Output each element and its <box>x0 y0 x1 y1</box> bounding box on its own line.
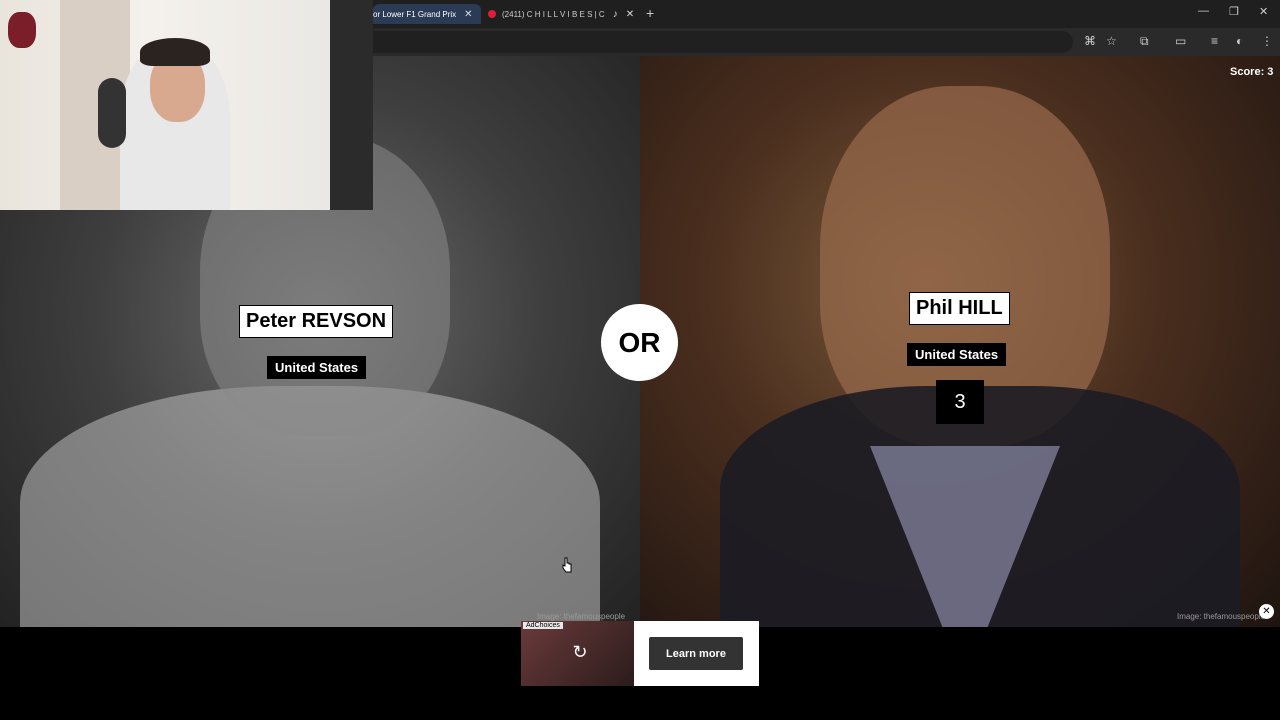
webcam-hat <box>8 12 36 48</box>
left-driver-country: United States <box>267 356 367 379</box>
close-tab-icon[interactable]: ✕ <box>464 9 472 20</box>
cast-icon[interactable]: ▭ <box>1175 34 1186 48</box>
restore-icon[interactable]: ❐ <box>1229 5 1239 18</box>
ad-close-icon[interactable]: ✕ <box>1259 604 1274 619</box>
menu-kebab-icon[interactable]: ⋮ <box>1261 34 1273 48</box>
tab-title: (2411) C H I L L V I B E S | C <box>502 9 605 19</box>
right-driver-value: 3 <box>936 380 984 424</box>
score-counter: Score: 3 <box>1230 66 1274 78</box>
tab-title: or Lower F1 Grand Prix <box>373 9 457 19</box>
ad-thumbnail[interactable]: AdChoices ↻ <box>521 621 634 686</box>
mute-icon[interactable]: ♪ <box>613 9 618 20</box>
right-driver-name: Phil HILL <box>910 293 1009 324</box>
ad-choices-label[interactable]: AdChoices <box>523 622 563 629</box>
webcam-background <box>330 0 373 210</box>
bookmark-star-icon[interactable]: ☆ <box>1106 34 1117 48</box>
or-badge: OR <box>601 304 678 381</box>
ad-banner[interactable]: AdChoices ↻ Learn more <box>521 621 759 686</box>
window-close-icon[interactable]: ✕ <box>1259 5 1268 18</box>
webcam-headphones <box>140 38 210 66</box>
minimize-icon[interactable]: — <box>1198 5 1209 17</box>
left-driver-name: Peter REVSON <box>240 306 393 337</box>
media-controls-icon[interactable]: ≡ <box>1211 34 1218 48</box>
browser-tab-youtube[interactable]: (2411) C H I L L V I B E S | C ♪ ✕ <box>488 4 638 24</box>
learn-more-button[interactable]: Learn more <box>649 637 743 670</box>
right-driver-panel[interactable]: Phil HILL United States 3 Image: thefamo… <box>640 56 1280 627</box>
streamer-webcam <box>0 0 373 210</box>
webcam-microphone <box>98 78 126 148</box>
new-tab-button[interactable]: + <box>646 5 654 21</box>
hand-cursor-icon <box>562 557 572 573</box>
close-tab-icon[interactable]: ✕ <box>626 9 634 20</box>
browser-tab-active[interactable]: or Lower F1 Grand Prix ✕ <box>373 4 481 24</box>
address-bar[interactable] <box>373 31 1073 53</box>
extensions-icon[interactable]: ⧉ <box>1140 34 1149 49</box>
translate-icon[interactable]: ⌘ <box>1084 34 1096 48</box>
right-driver-country: United States <box>907 343 1007 366</box>
profile-icon[interactable]: ◐ <box>1236 34 1243 48</box>
right-image-credit: Image: thefamouspeople <box>1177 612 1266 621</box>
left-image-credit: Image: thefamouspeople <box>537 612 626 621</box>
replay-icon[interactable]: ↻ <box>569 641 591 663</box>
youtube-icon <box>488 10 496 18</box>
